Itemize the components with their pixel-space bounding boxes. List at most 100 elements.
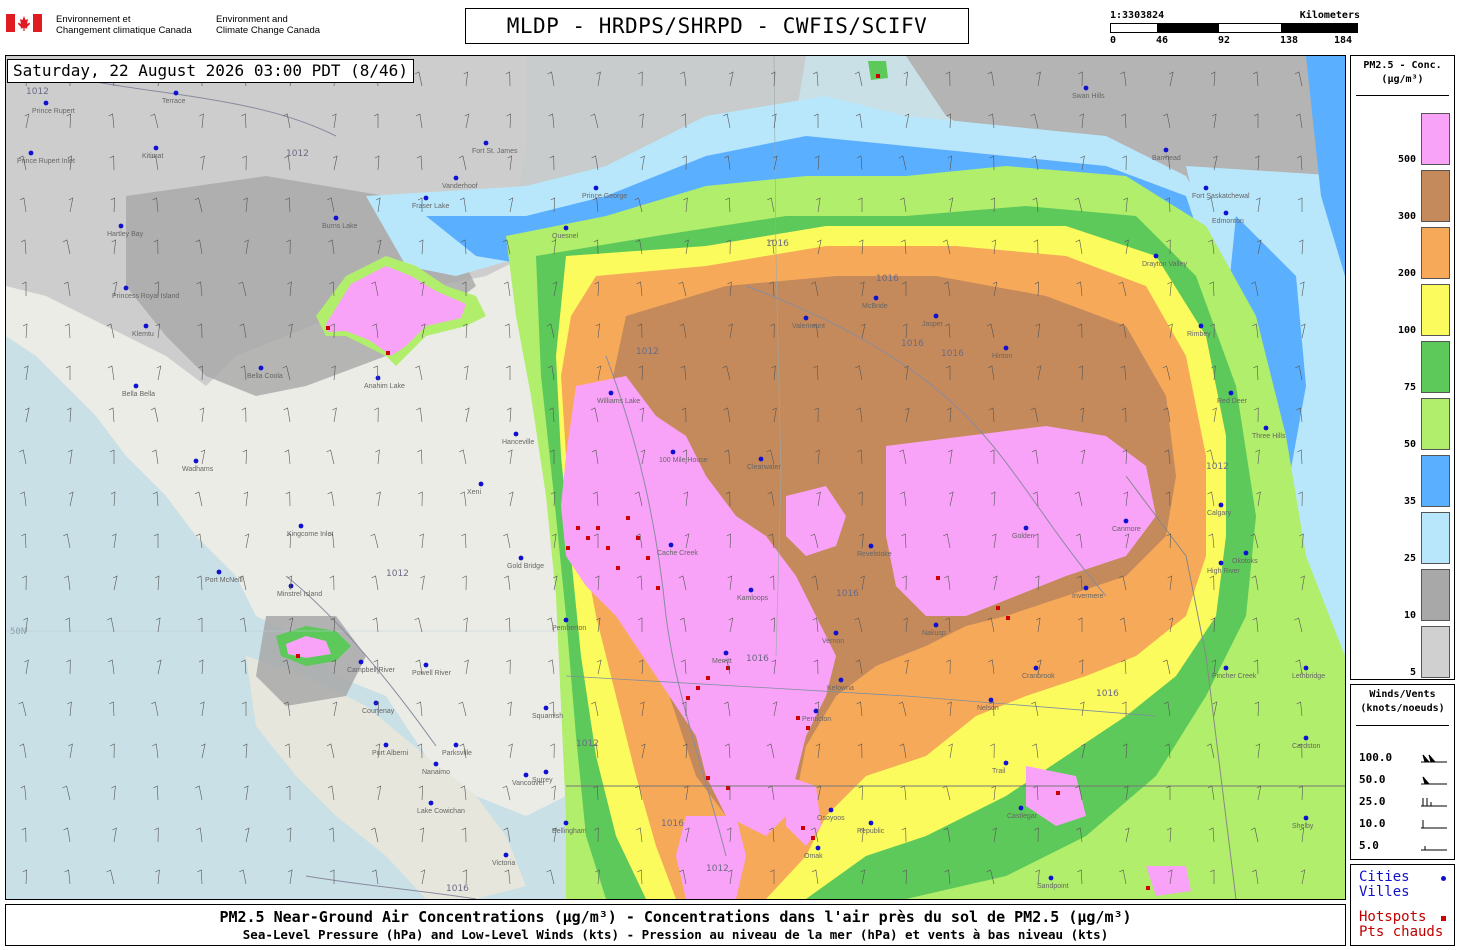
wind-barb xyxy=(724,449,731,465)
wind-barb xyxy=(990,743,995,759)
wind-barb xyxy=(594,281,600,297)
wind-barb xyxy=(1299,827,1305,843)
wind-barb xyxy=(991,785,996,801)
wind-barb xyxy=(464,659,469,675)
wind-barb xyxy=(727,575,733,591)
wind-barb xyxy=(902,869,908,885)
place-label: Bella Bella xyxy=(122,391,155,398)
wind-barb xyxy=(1168,71,1174,87)
wind-barb xyxy=(724,743,731,759)
wind-barb xyxy=(810,533,819,549)
place-label: Fort Saskatchewal xyxy=(1192,193,1250,200)
city-dot xyxy=(1003,760,1009,766)
legend-swatch-200 xyxy=(1421,227,1450,279)
wind-barb xyxy=(858,491,863,507)
wind-barb xyxy=(1168,617,1174,633)
wind-barb xyxy=(901,533,907,549)
wind-barb xyxy=(770,617,776,633)
wind-barb xyxy=(1076,575,1083,591)
wind-barb xyxy=(416,155,423,171)
wind-barb xyxy=(64,575,71,591)
wind-barb xyxy=(463,71,469,87)
wind-barb xyxy=(507,701,512,717)
wind-barb xyxy=(1121,407,1127,423)
wind-barb xyxy=(767,491,775,507)
wind-barb xyxy=(724,155,731,171)
wind-barb xyxy=(1166,533,1172,549)
place-label: Xeni xyxy=(467,489,481,496)
wind-barb xyxy=(505,617,511,633)
wind-barb xyxy=(420,575,425,591)
valid-datetime: Saturday, 22 August 2026 03:00 PDT (8/46… xyxy=(7,59,414,83)
wind-barb xyxy=(944,575,951,591)
city-dot xyxy=(143,323,149,329)
wind-barb xyxy=(678,281,687,297)
hotspot-marker xyxy=(576,526,580,530)
wind-barb xyxy=(1077,617,1083,632)
wind-barb xyxy=(769,869,775,884)
city-dot xyxy=(1263,425,1269,431)
wind-barb xyxy=(22,575,27,591)
wind-barb xyxy=(1294,71,1303,87)
city-dot xyxy=(1048,875,1054,881)
city-dot xyxy=(593,185,599,191)
legend-level-10: 10 xyxy=(1403,610,1416,621)
city-dot xyxy=(723,650,729,656)
wind-barb xyxy=(68,491,74,507)
wind-barb xyxy=(857,743,863,759)
wind-speed-100: 100.0 xyxy=(1359,751,1393,764)
wind-barb xyxy=(858,239,864,255)
legend-swatch-35 xyxy=(1421,455,1450,507)
wind-barb xyxy=(769,281,775,297)
legend-title: PM2.5 - Conc. (µg/m³) xyxy=(1363,60,1442,85)
hotspot-marker xyxy=(646,556,650,560)
wind-barb xyxy=(859,533,864,549)
place-label: Nakusp xyxy=(922,630,946,637)
wind-barb xyxy=(109,701,115,717)
wind-barb xyxy=(240,365,247,381)
wind-barb xyxy=(1296,407,1303,423)
wind-barb xyxy=(1212,155,1218,171)
isobar-label: 1012 xyxy=(26,87,49,97)
wind-barb xyxy=(1254,701,1260,717)
wind-barb xyxy=(332,155,338,171)
wind-barb xyxy=(459,449,467,465)
wind-barb xyxy=(854,617,863,633)
wind-barb xyxy=(857,449,863,465)
wind-barb xyxy=(990,197,996,213)
wind-barb xyxy=(942,785,951,801)
city-dot xyxy=(933,622,939,628)
legend-level-300: 300 xyxy=(1397,211,1416,222)
wind-barb xyxy=(463,365,469,381)
wind-barb xyxy=(678,575,687,591)
city-dot xyxy=(1033,665,1039,671)
place-label: Okotoks xyxy=(1232,558,1258,565)
wind-barb xyxy=(725,197,731,213)
wind-barb xyxy=(988,113,995,129)
wind-barb xyxy=(194,197,203,213)
wind-barb xyxy=(552,575,558,591)
wind-barb xyxy=(816,239,822,255)
wind-barb xyxy=(505,365,511,380)
wind-barb xyxy=(195,239,203,255)
wind-barb xyxy=(766,743,775,759)
wind-barb xyxy=(461,827,467,843)
wind-barb xyxy=(1034,281,1040,297)
wind-barb xyxy=(1030,407,1039,423)
smoke-concentration-map[interactable]: Prince Rupert Terrace Prince Rupert Inlet K… xyxy=(5,55,1346,900)
legend-level-500: 500 xyxy=(1397,154,1416,165)
wind-barb xyxy=(1124,533,1130,549)
wind-barb xyxy=(152,197,159,213)
place-label: Surrey xyxy=(532,777,553,784)
wind-barb xyxy=(376,785,382,801)
hotspot-marker xyxy=(796,716,800,720)
wind-barb xyxy=(944,869,951,885)
isobar-label: 1016 xyxy=(661,819,684,829)
wind-barb xyxy=(151,701,159,717)
wind-barb xyxy=(1251,281,1259,297)
wind-barb xyxy=(1033,533,1039,548)
city-dot xyxy=(453,175,459,181)
wind-barb xyxy=(458,701,467,717)
city-dot xyxy=(668,542,674,548)
wind-barb xyxy=(548,407,555,423)
